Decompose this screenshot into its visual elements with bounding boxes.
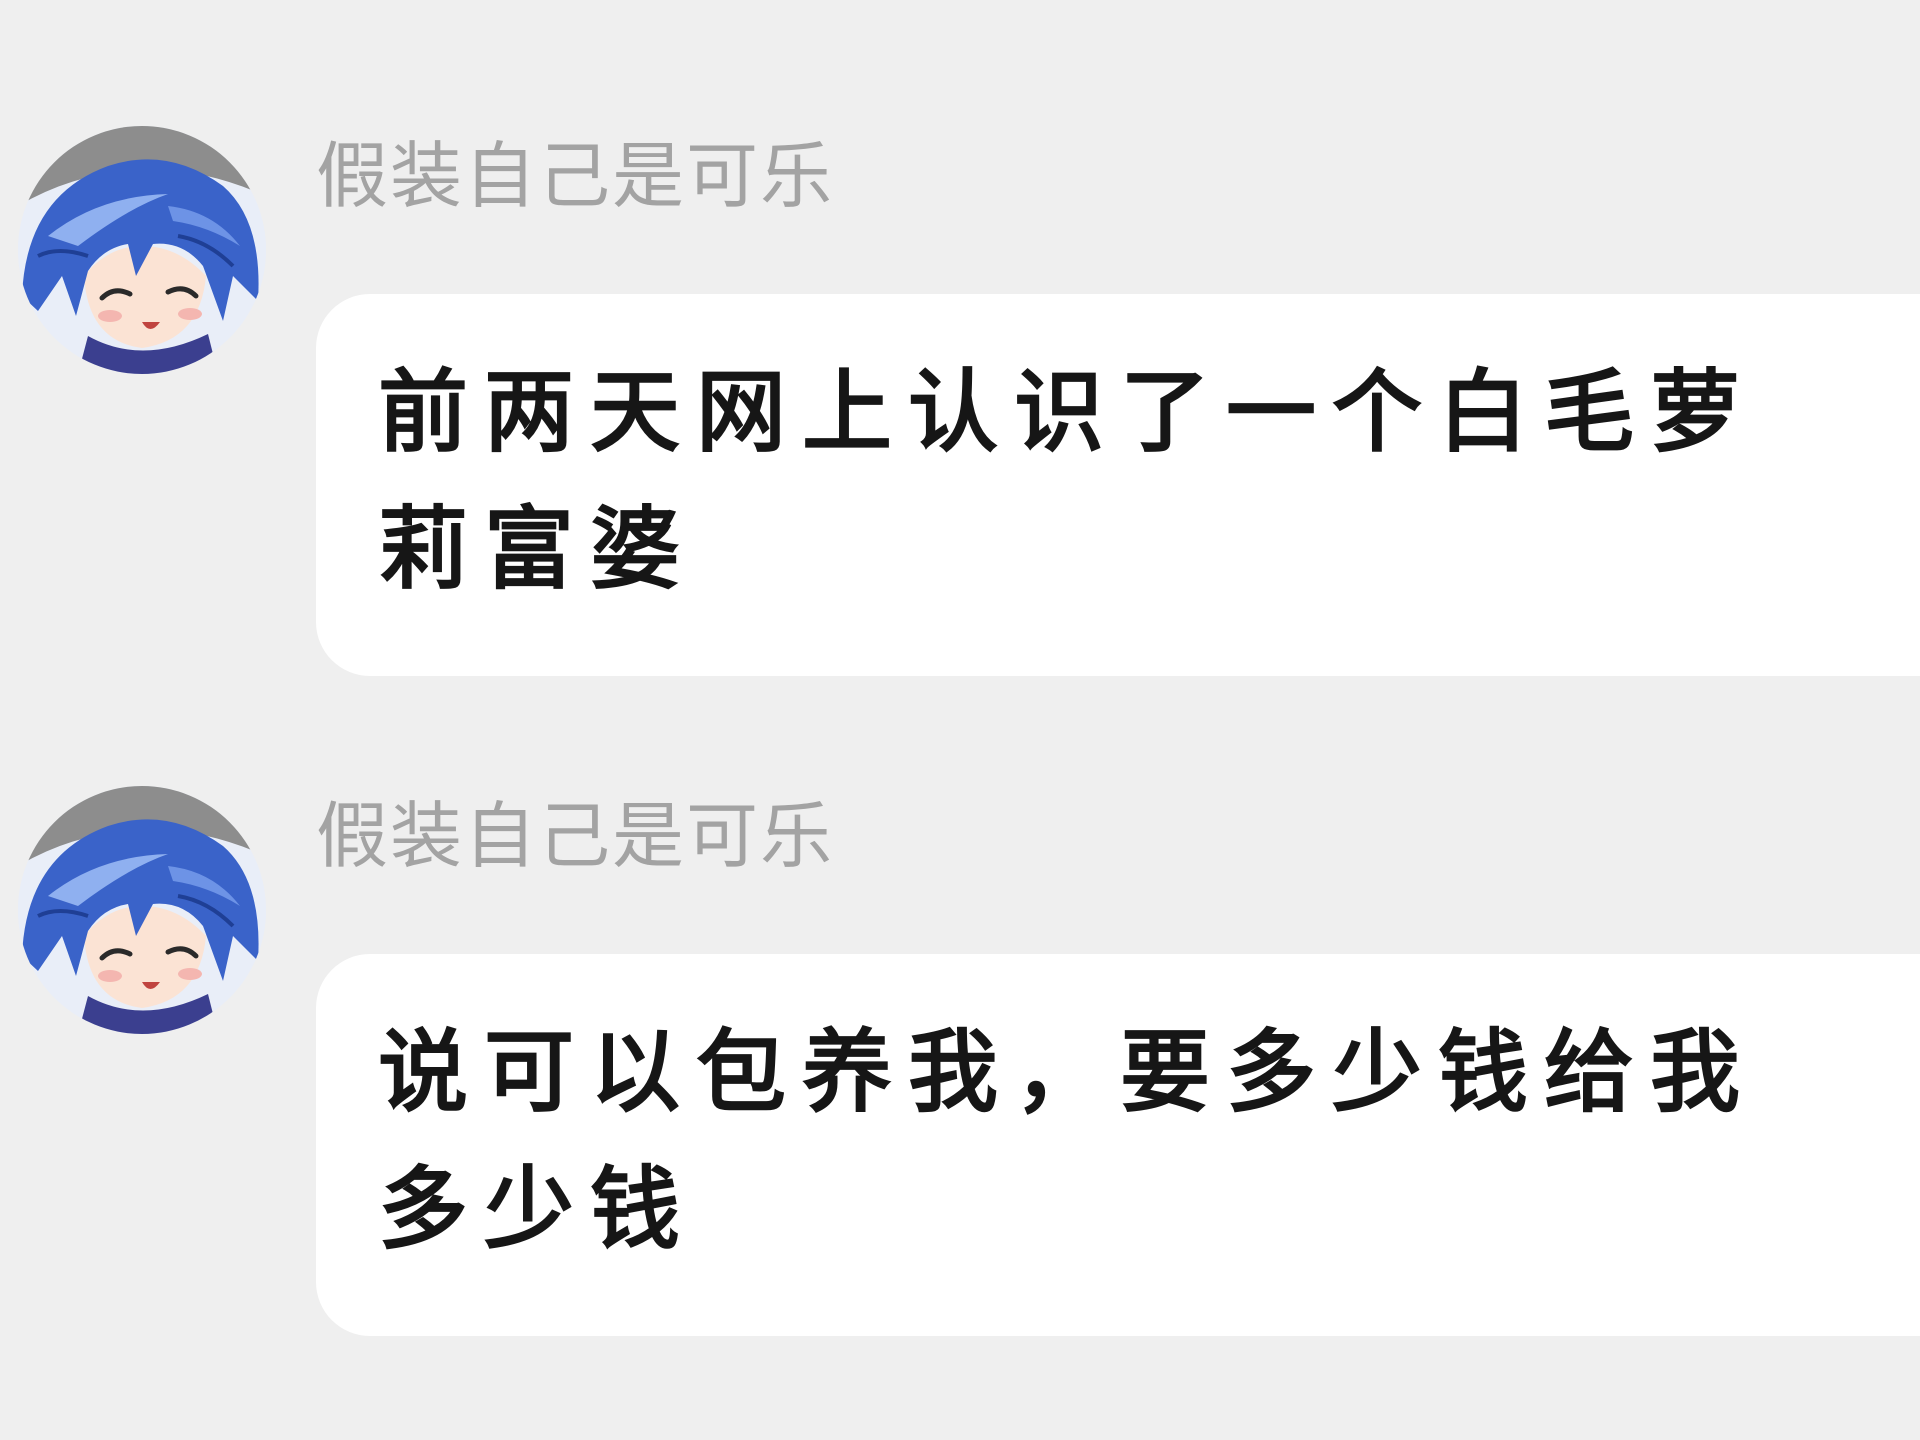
chat-thread: 假装自己是可乐 前两天网上认识了一个白毛萝莉富婆 假装自己是可乐 说可以包养我，… — [0, 0, 1920, 1440]
sender-name: 假装自己是可乐 — [316, 134, 835, 218]
message-bubble[interactable]: 说可以包养我，要多少钱给我多少钱 — [316, 954, 1920, 1336]
sender-name: 假装自己是可乐 — [316, 794, 835, 878]
avatar[interactable] — [18, 786, 266, 1034]
message-bubble[interactable]: 前两天网上认识了一个白毛萝莉富婆 — [316, 294, 1920, 676]
avatar[interactable] — [18, 126, 266, 374]
anime-avatar-icon — [18, 126, 266, 374]
message-text: 前两天网上认识了一个白毛萝莉富婆 — [378, 360, 1756, 602]
message-text: 说可以包养我，要多少钱给我多少钱 — [378, 1020, 1756, 1262]
anime-avatar-icon — [18, 786, 266, 1034]
